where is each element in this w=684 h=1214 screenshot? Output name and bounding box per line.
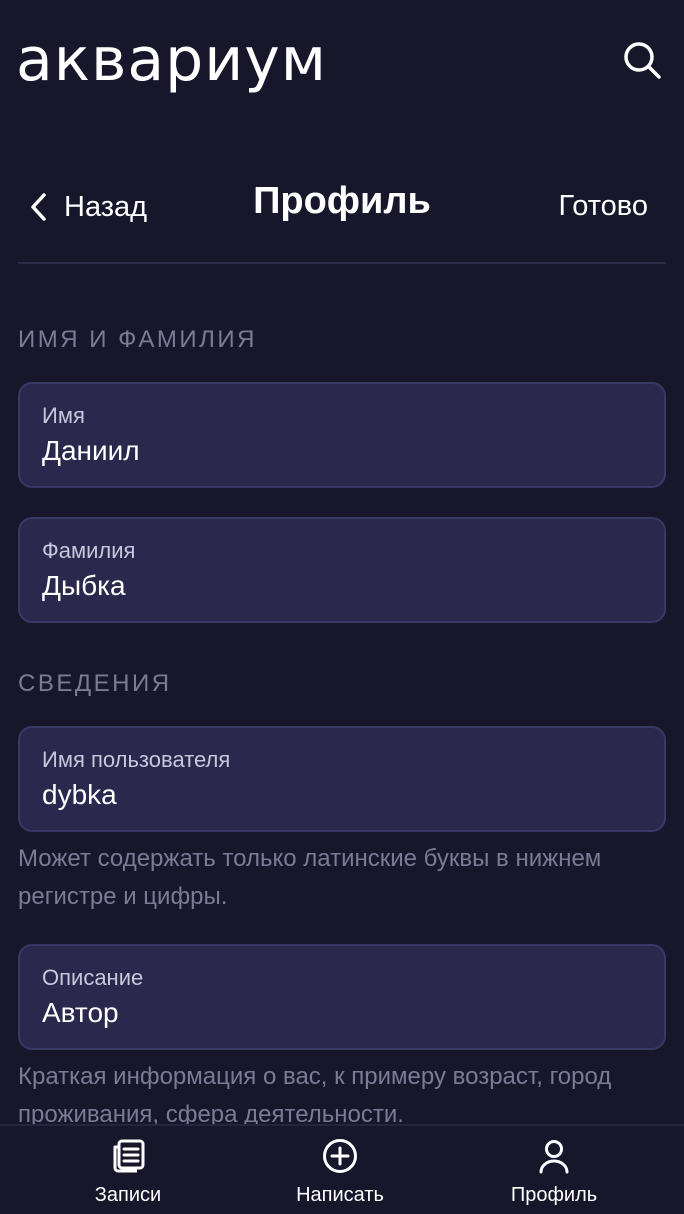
app-header: аквариум xyxy=(0,0,684,120)
tab-profile[interactable]: Профиль xyxy=(474,1126,634,1214)
user-icon xyxy=(539,1140,569,1174)
description-input[interactable]: Автор xyxy=(42,994,642,1032)
last-name-field[interactable]: Фамилия Дыбка xyxy=(18,517,666,623)
plus-circle-icon xyxy=(323,1139,357,1173)
profile-edit-screen: аквариум Назад Профиль Готово ИМЯ И ФАМИ… xyxy=(0,0,684,1214)
first-name-field[interactable]: Имя Даниил xyxy=(18,382,666,488)
section-header-info: СВЕДЕНИЯ xyxy=(18,670,172,697)
section-header-name: ИМЯ И ФАМИЛИЯ xyxy=(18,326,257,353)
bottom-tab-bar: Записи Написать Профиль xyxy=(0,1124,684,1214)
app-logo[interactable]: аквариум xyxy=(16,22,327,98)
search-icon xyxy=(624,42,661,79)
tab-posts[interactable]: Записи xyxy=(48,1126,208,1214)
tab-write-label: Написать xyxy=(296,1184,384,1206)
username-input[interactable]: dybka xyxy=(42,776,642,814)
last-name-label: Фамилия xyxy=(42,538,136,563)
username-label: Имя пользователя xyxy=(42,747,231,772)
tab-profile-label: Профиль xyxy=(510,1184,598,1206)
description-field[interactable]: Описание Автор xyxy=(18,944,666,1050)
description-label: Описание xyxy=(42,965,144,990)
tab-posts-label: Записи xyxy=(94,1184,162,1206)
posts-icon xyxy=(113,1139,145,1173)
username-field[interactable]: Имя пользователя dybka xyxy=(18,726,666,832)
nav-bar: Назад Профиль Готово xyxy=(18,160,666,264)
first-name-input[interactable]: Даниил xyxy=(42,432,642,470)
first-name-label: Имя xyxy=(42,403,85,428)
description-hint: Краткая информация о вас, к примеру возр… xyxy=(18,1063,612,1128)
search-button[interactable] xyxy=(618,36,666,84)
username-hint: Может содержать только латинские буквы в… xyxy=(18,845,602,910)
tab-write[interactable]: Написать xyxy=(260,1126,420,1214)
last-name-input[interactable]: Дыбка xyxy=(42,567,642,605)
done-button[interactable]: Готово xyxy=(558,190,648,223)
